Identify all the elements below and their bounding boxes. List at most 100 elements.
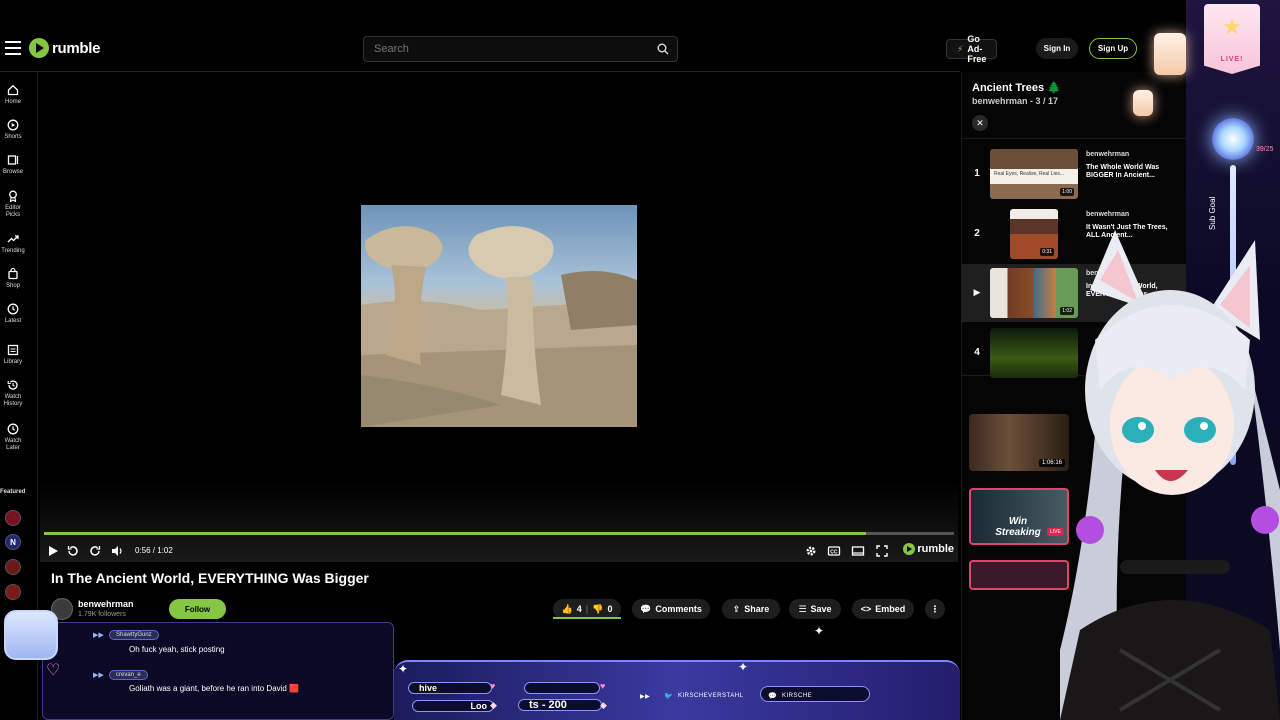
playlist-index: 4 [974,347,980,358]
progress-bar[interactable] [44,532,954,535]
thumbs-down-icon[interactable]: 👎 [592,604,603,615]
save-button[interactable]: ☰ Save [789,599,841,619]
social-handle: KIRSCHE [782,693,813,699]
sidebar-item-browse[interactable]: Browse [0,154,26,176]
award-icon [9,190,17,202]
sub-goal-label: Sub Goal [1208,196,1217,230]
widget-box: hive [408,682,492,694]
playlist-item[interactable]: 1 Real Eyes, Realise, Real Lies... 1:00 … [962,145,1187,203]
save-list-icon: ☰ [798,603,807,614]
menu-icon[interactable] [5,41,21,55]
sidebar-label: Watch Later [4,438,22,451]
chat-message: Oh fuck yeah, stick posting [129,645,225,654]
rumble-logo-icon [903,543,916,555]
sidebar-item-shorts[interactable]: Shorts [0,119,26,141]
stream-chat-overlay: ▶▶ ShawttyGunz Oh fuck yeah, stick posti… [42,622,394,720]
sparkle-icon: ✦ [738,660,749,674]
volume-icon[interactable] [110,544,124,558]
comments-button[interactable]: 💬 Comments [632,599,710,619]
follow-button[interactable]: Follow [169,599,226,619]
thumbnail-caption: Real Eyes, Realise, Real Lies... [994,171,1065,177]
sidebar-item-watch-later[interactable]: Watch Later [0,423,26,452]
live-banner: ★ LIVE! [1204,4,1260,74]
video-title: In The Ancient World, EVERYTHING Was Big… [51,570,369,586]
recommended-live-thumbnail[interactable]: Win Streaking LIVE [969,488,1069,545]
thumbs-up-icon[interactable]: 👍 [562,604,573,615]
recommended-video-thumbnail[interactable]: 1:06:16 [969,414,1069,471]
sidebar-item-shop[interactable]: Shop [0,268,26,290]
widget-box [524,682,600,694]
chat-mascot-icon [4,610,58,660]
go-ad-free-label: Go Ad-Free [967,34,987,64]
star-icon: ★ [1222,14,1242,39]
embed-button[interactable]: <> Embed [852,599,914,619]
more-options-button[interactable]: ⋮ [925,599,945,619]
stream-widget-bar: hive Loo ts - 200 ♥ ♥ ◆ ◆ ▶▶ 🐦 KIRSCHEVE… [394,624,960,720]
rumble-logo[interactable]: rumble [29,38,101,58]
sidebar-item-watch-history[interactable]: Watch History [0,379,26,408]
go-ad-free-button[interactable]: ⚡ Go Ad-Free [946,34,998,64]
featured-channel-avatar[interactable]: N [5,534,21,550]
sidebar-item-library[interactable]: Library [0,344,26,366]
close-playlist-button[interactable]: ✕ [972,115,988,131]
heart-icon: ♥ [490,681,496,691]
lantern-decoration [1133,90,1153,116]
playlist-index: 1 [974,168,980,179]
sidebar-label: Shop [5,283,20,289]
time-display: 0:56 / 1:02 [135,546,173,555]
share-button[interactable]: ⇪ Share [722,599,780,619]
video-frame [361,205,637,427]
captions-icon[interactable]: CC [827,544,841,558]
watch-later-icon [7,423,19,435]
chat-message: Goliath was a giant, before he ran into … [129,684,300,693]
vote-pill: 👍 4 | 👎 0 [553,599,621,619]
library-icon [7,344,19,356]
sidebar-item-editor-picks[interactable]: Editor Picks [0,190,26,219]
player-brand-logo[interactable]: rumble [903,543,954,555]
dislike-count: 0 [607,604,613,614]
chat-bubble-icon: 💬 [768,693,777,700]
video-player[interactable] [40,72,958,562]
playlist-thumbnail: 0:31 [1010,209,1058,259]
duration-badge: 1:00 [1060,188,1074,196]
featured-channel-avatar[interactable] [5,510,21,526]
featured-heading: Featured [0,489,26,495]
vtuber-avatar [1060,230,1280,720]
shorts-icon [7,119,19,131]
browse-icon [7,155,19,165]
top-header: rumble ⚡ Go Ad-Free Sign In [0,0,1076,72]
sign-in-standalone-button[interactable]: Sign In [1036,38,1078,59]
widget-text: Loo [470,701,488,711]
sub-goal-count: 39/25 [1256,146,1274,153]
widget-box: Loo [412,700,494,712]
sub-goal-orb [1212,118,1254,160]
widget-text: ts - 200 [529,699,567,711]
sign-up-button[interactable]: Sign Up [1089,38,1137,59]
featured-channel-avatar[interactable] [5,559,21,575]
channel-name[interactable]: benwehrman [78,599,134,609]
sidebar-item-trending[interactable]: Trending [0,233,26,255]
clock-icon [7,303,19,315]
play-icon[interactable] [46,544,60,558]
playlist-channel: benwehrman [1086,211,1130,218]
recommended-video-thumbnail[interactable] [969,560,1069,590]
comment-icon: 💬 [640,603,652,614]
playlist-video-title: The Whole World Was BIGGER In Ancient... [1086,164,1160,179]
bolt-icon: ⚡ [957,43,964,54]
sidebar-item-latest[interactable]: Latest [0,303,26,325]
search-input[interactable] [374,43,644,55]
live-thumbnail-title: Win Streaking [995,516,1041,538]
sidebar-item-home[interactable]: Home [0,84,26,106]
shop-icon [8,268,18,280]
search-icon[interactable] [657,43,669,55]
fullscreen-icon[interactable] [875,544,889,558]
settings-gear-icon[interactable] [804,544,818,558]
replay-icon[interactable] [66,544,80,558]
forward-icon[interactable] [88,544,102,558]
featured-channel-avatar[interactable] [5,584,21,600]
sparkle-icon: ✦ [398,662,409,676]
theater-mode-icon[interactable] [851,544,865,558]
rumble-logo-icon [29,38,49,58]
chevron-right-icon: ▶▶ [640,694,651,700]
sign-up-label: Sign Up [1097,44,1129,53]
